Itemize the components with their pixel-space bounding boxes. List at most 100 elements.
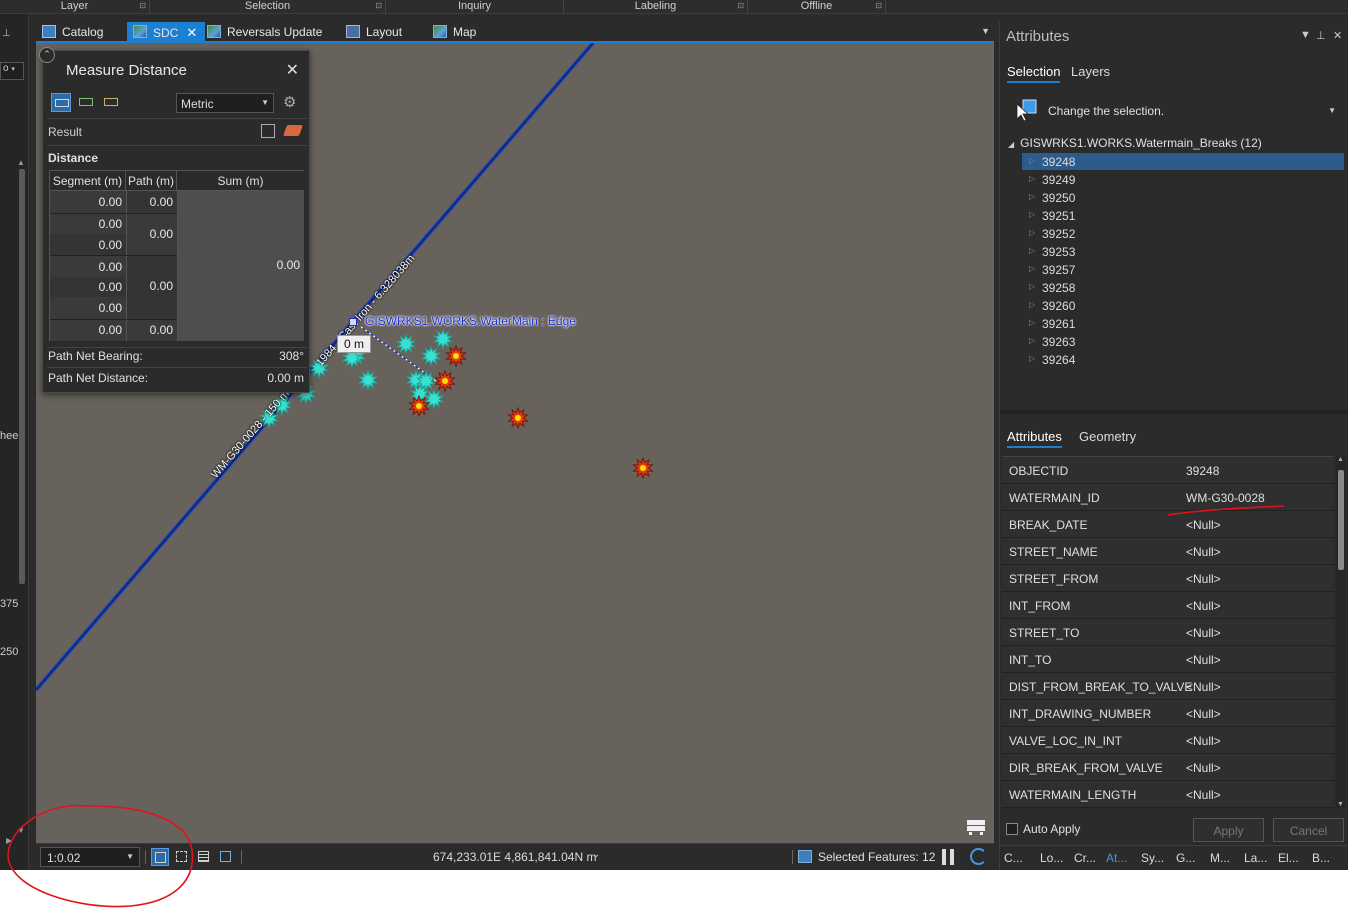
expand-icon[interactable]: ▷ (1029, 156, 1035, 165)
scroll-up-icon[interactable]: ▲ (17, 158, 25, 167)
left-pane-combo[interactable]: o ▾ (0, 62, 24, 80)
cancel-button[interactable]: Cancel (1273, 818, 1344, 842)
attribute-row[interactable]: STREET_FROM <Null> (1002, 565, 1334, 592)
attribute-row[interactable]: STREET_NAME <Null> (1002, 538, 1334, 565)
dock-tab[interactable]: Lo... (1040, 851, 1063, 865)
tab-catalog[interactable]: Catalog (36, 22, 111, 42)
tab-list-dropdown-icon[interactable]: ▼ (981, 26, 990, 36)
dock-tab[interactable]: At... (1106, 851, 1127, 865)
field-value[interactable]: <Null> (1186, 761, 1221, 775)
auto-apply-checkbox[interactable]: Auto Apply (1006, 822, 1080, 836)
dock-tab[interactable]: G... (1176, 851, 1195, 865)
pane-splitter[interactable] (1000, 410, 1348, 414)
dock-tab[interactable]: El... (1278, 851, 1299, 865)
expand-icon[interactable]: ◢ (1008, 140, 1014, 149)
expand-icon[interactable]: ▷ (1029, 228, 1035, 237)
expand-icon[interactable]: ▷ (1029, 210, 1035, 219)
apply-button[interactable]: Apply (1193, 818, 1264, 842)
grid-button[interactable] (173, 848, 191, 866)
selection-tree-item[interactable]: ▷ 39252 (1022, 225, 1344, 242)
dock-tab[interactable]: La... (1244, 851, 1267, 865)
gear-icon[interactable]: ⚙ (283, 93, 296, 111)
selected-features-count[interactable]: Selected Features: 12 (818, 850, 935, 864)
refresh-icon[interactable] (970, 848, 987, 865)
unit-dropdown[interactable]: Metric ▼ (176, 93, 274, 113)
selected-break-symbol[interactable] (432, 328, 454, 350)
scale-combo[interactable]: 1:0.02 ▼ (40, 847, 140, 867)
attribute-row[interactable]: BREAK_DATE <Null> (1002, 511, 1334, 538)
attribute-row[interactable]: INT_TO <Null> (1002, 646, 1334, 673)
dock-tab[interactable]: Cr... (1074, 851, 1096, 865)
navigation-button[interactable] (217, 848, 235, 866)
change-selection-dropdown[interactable]: Change the selection. ▼ (1014, 98, 1344, 124)
attribute-row[interactable]: INT_FROM <Null> (1002, 592, 1334, 619)
expand-icon[interactable]: ▷ (1029, 300, 1035, 309)
pin-icon[interactable]: ⊥ (2, 28, 11, 39)
attribute-row[interactable]: STREET_TO <Null> (1002, 619, 1334, 646)
measure-area-tool[interactable] (76, 93, 96, 112)
clear-icon[interactable] (282, 125, 304, 136)
selection-tree-item[interactable]: ▷ 39249 (1022, 171, 1344, 188)
launcher-icon[interactable]: ⊡ (375, 1, 382, 10)
close-icon[interactable]: ✕ (286, 60, 299, 80)
pane-options-icon[interactable]: ▼ (1300, 29, 1311, 41)
expand-icon[interactable]: ▷ (1029, 246, 1035, 255)
selected-break-symbol[interactable] (395, 333, 417, 355)
selection-tree-item[interactable]: ▷ 39260 (1022, 297, 1344, 314)
expand-icon[interactable]: ▷ (1029, 174, 1035, 183)
selection-tree-item[interactable]: ▷ 39264 (1022, 351, 1344, 368)
field-value[interactable]: <Null> (1186, 626, 1221, 640)
launcher-icon[interactable]: ⊡ (737, 1, 744, 10)
dock-tab[interactable]: M... (1210, 851, 1230, 865)
dock-tab[interactable]: B... (1312, 851, 1330, 865)
expand-icon[interactable]: ▷ (1029, 282, 1035, 291)
tab-attributes[interactable]: Attributes (1007, 429, 1062, 448)
field-value[interactable]: <Null> (1186, 545, 1221, 559)
expand-icon[interactable]: ▷ (1029, 336, 1035, 345)
attribute-grid-scrollbar[interactable]: ▲ ▼ (1336, 456, 1346, 808)
selected-break-symbol[interactable] (420, 345, 442, 367)
selection-tree-item[interactable]: ▷ 39251 (1022, 207, 1344, 224)
attribute-row[interactable]: INT_DRAWING_NUMBER <Null> (1002, 700, 1334, 727)
tab-map[interactable]: Map (427, 22, 484, 42)
measure-feature-tool[interactable] (101, 93, 121, 112)
expand-icon[interactable]: ▷ (1029, 264, 1035, 273)
selection-tree-item[interactable]: ▷ 39250 (1022, 189, 1344, 206)
selected-break-symbol[interactable] (357, 369, 379, 391)
dock-tab[interactable]: C... (1004, 851, 1023, 865)
scroll-down-icon[interactable]: ▼ (1337, 801, 1344, 808)
pin-icon[interactable]: ⊥ (1316, 29, 1326, 42)
attribute-row[interactable]: WATERMAIN_ID WM-G30-0028 (1002, 484, 1334, 511)
attribute-row[interactable]: VALVE_LOC_IN_INT <Null> (1002, 727, 1334, 754)
tab-sdc[interactable]: SDC ✕ (127, 22, 206, 42)
dock-tab[interactable]: Sy... (1141, 851, 1164, 865)
expand-icon[interactable]: ▷ (1029, 192, 1035, 201)
left-pane-scrollbar[interactable] (19, 169, 25, 584)
selected-break-symbol[interactable] (423, 388, 445, 410)
tab-selection[interactable]: Selection (1007, 64, 1061, 83)
measure-line-tool[interactable] (51, 93, 71, 112)
expand-icon[interactable]: ▷ (1029, 354, 1035, 363)
collapse-icon[interactable]: ⌃ (39, 47, 55, 63)
scrollbar-thumb[interactable] (1338, 470, 1344, 570)
library-icon[interactable] (966, 819, 986, 835)
selection-tree-item[interactable]: ▷ 39258 (1022, 279, 1344, 296)
launcher-icon[interactable]: ⊡ (139, 1, 146, 10)
close-icon[interactable]: ✕ (1333, 29, 1342, 42)
scroll-down-icon[interactable]: ▼ (17, 826, 25, 835)
scroll-up-icon[interactable]: ▲ (1337, 456, 1344, 463)
field-value[interactable]: 39248 (1186, 464, 1219, 478)
field-value[interactable]: WM-G30-0028 (1186, 491, 1265, 505)
field-value[interactable]: <Null> (1186, 572, 1221, 586)
snapping-button[interactable] (151, 848, 169, 866)
tab-layout[interactable]: Layout (340, 22, 410, 42)
field-value[interactable]: <Null> (1186, 653, 1221, 667)
table-button[interactable] (195, 848, 213, 866)
selection-tree-item[interactable]: ▷ 39263 (1022, 333, 1344, 350)
attribute-row[interactable]: DIST_FROM_BREAK_TO_VALVE <Null> (1002, 673, 1334, 700)
field-value[interactable]: <Null> (1186, 599, 1221, 613)
expand-right-icon[interactable]: ▶ (6, 836, 12, 845)
selection-tree-item[interactable]: ▷ 39253 (1022, 243, 1344, 260)
tab-layers[interactable]: Layers (1071, 64, 1110, 81)
attribute-row[interactable]: OBJECTID 39248 (1002, 457, 1334, 484)
